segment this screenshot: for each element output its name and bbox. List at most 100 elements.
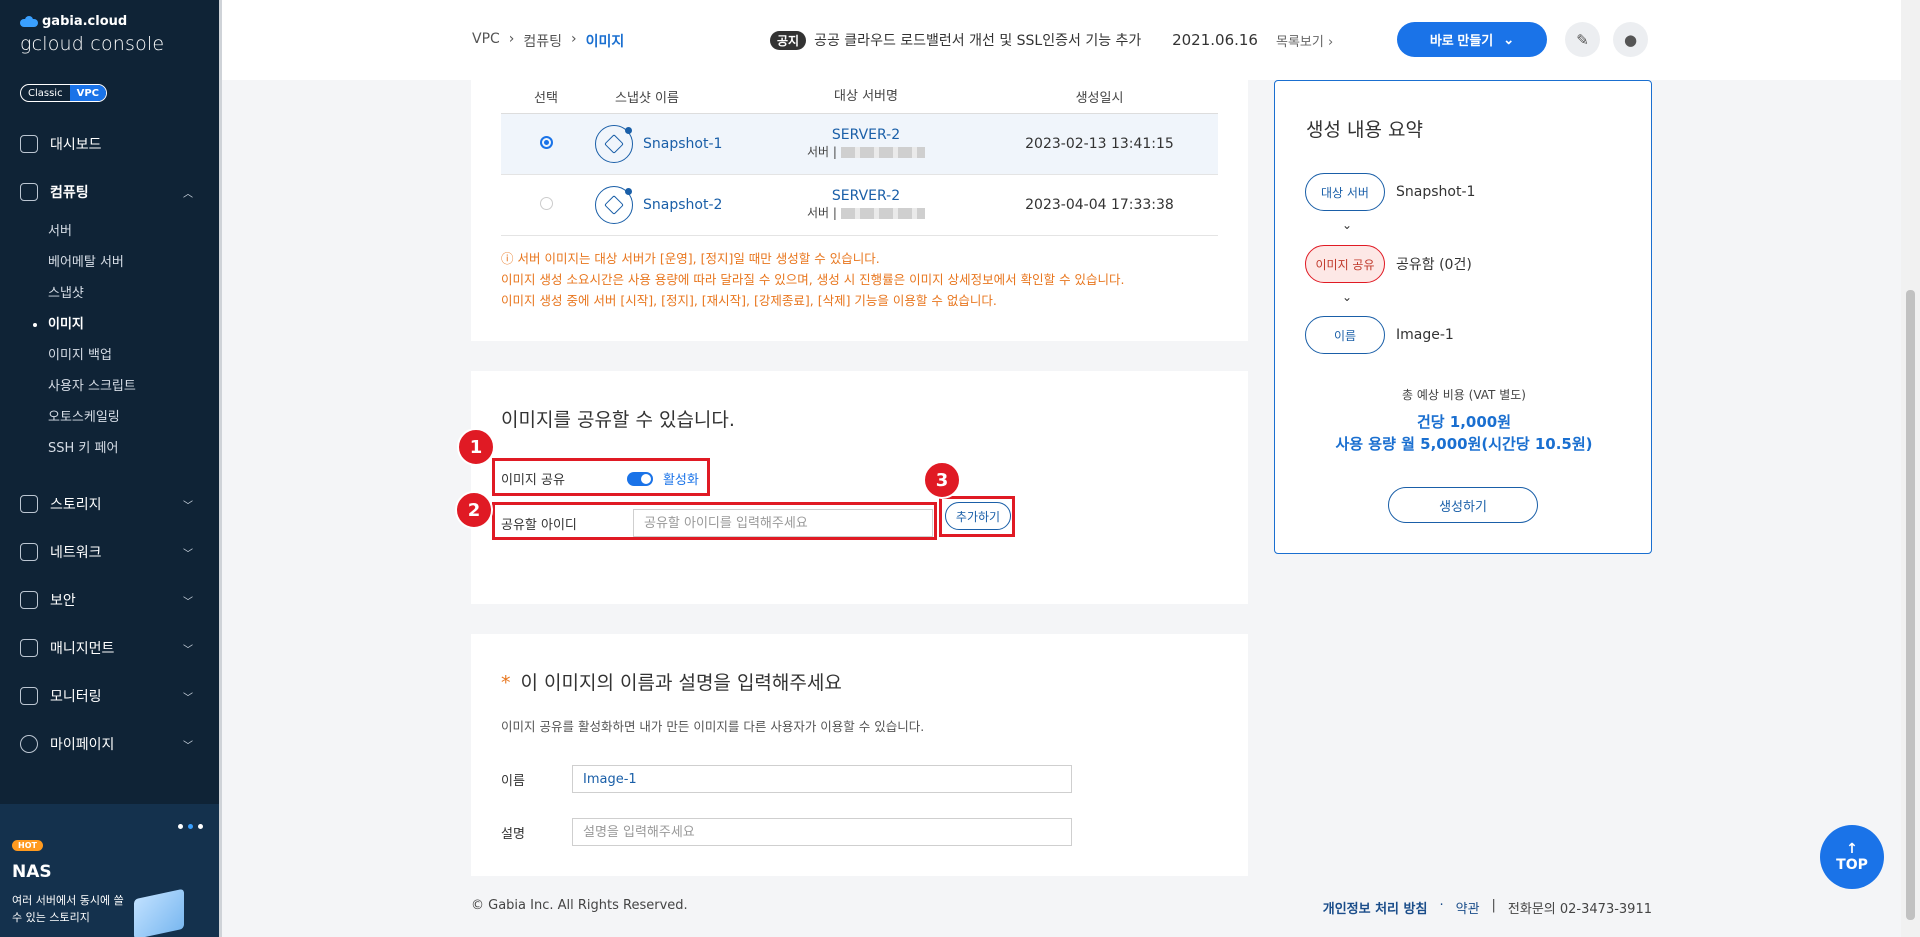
quick-create-button[interactable]: 바로 만들기 ⌄ bbox=[1397, 22, 1547, 57]
name-label: 이름 bbox=[501, 774, 525, 789]
snapshot-icon bbox=[595, 125, 633, 163]
warning-line: 이미지 생성 소요시간은 사용 용량에 따라 달라질 수 있으며, 생성 시 진… bbox=[501, 272, 1125, 287]
sidebar-item-label: 매니지먼트 bbox=[50, 641, 115, 657]
terms-link[interactable]: 약관 bbox=[1456, 898, 1480, 917]
required-star: * bbox=[501, 672, 511, 694]
quick-create-label: 바로 만들기 bbox=[1429, 33, 1494, 48]
shield-icon bbox=[20, 591, 38, 609]
scroll-top-button[interactable]: ↑ TOP bbox=[1820, 825, 1884, 889]
sidebar-sub-server[interactable]: 서버 bbox=[48, 216, 219, 247]
server-sub: 서버 | bbox=[807, 145, 837, 159]
sidebar-item-network[interactable]: 네트워크 ﹀ bbox=[0, 528, 219, 576]
footer-dot: · bbox=[1439, 898, 1444, 913]
name-section-desc: 이미지 공유를 활성화하면 내가 만든 이미지를 다른 사용자가 이용할 수 있… bbox=[501, 719, 925, 734]
mode-toggle[interactable]: Classic VPC bbox=[20, 84, 108, 102]
step-pill: 이름 bbox=[1305, 316, 1385, 354]
snapshot-icon bbox=[595, 186, 633, 224]
chat-icon[interactable]: ✎ bbox=[1565, 22, 1600, 57]
notice-bar[interactable]: 공지 공공 클라우드 로드밸런서 개선 및 SSL인증서 기능 추가 2021.… bbox=[770, 30, 1333, 50]
summary-step: 대상 서버 Snapshot-1 bbox=[1305, 173, 1475, 211]
logo[interactable]: gabia.cloud gcloud console bbox=[20, 14, 164, 55]
snapshot-table: 선택 스냅샷 이름 대상 서버명 생성일시 Snapshot-1 SERVER-… bbox=[501, 80, 1218, 236]
notice-more-link[interactable]: 목록보기 › bbox=[1276, 31, 1333, 50]
summary-title: 생성 내용 요약 bbox=[1306, 119, 1423, 141]
snapshot-name[interactable]: Snapshot-1 bbox=[643, 136, 722, 152]
cost-per-item: 건당 1,000원 bbox=[1416, 413, 1512, 431]
row-radio[interactable] bbox=[539, 196, 553, 210]
scrollbar-thumb[interactable] bbox=[1906, 290, 1915, 920]
sidebar-sub-ssh-key[interactable]: SSH 키 페어 bbox=[48, 433, 219, 464]
mode-classic[interactable]: Classic bbox=[21, 85, 70, 101]
sidebar-item-monitoring[interactable]: 모니터링 ﹀ bbox=[0, 672, 219, 720]
col-select: 선택 bbox=[534, 91, 558, 106]
promo-title: NAS bbox=[12, 862, 52, 882]
table-row[interactable]: Snapshot-1 SERVER-2 서버 | 2023-02-13 13:41… bbox=[501, 114, 1218, 175]
image-name-card: * 이 이미지의 이름과 설명을 입력해주세요 이미지 공유를 활성화하면 내가 … bbox=[471, 634, 1248, 876]
top-bar: VPC › 컴퓨팅 › 이미지 공지 공공 클라우드 로드밸런서 개선 및 SS… bbox=[222, 0, 1901, 80]
sidebar-sub-user-script[interactable]: 사용자 스크립트 bbox=[48, 371, 219, 402]
page-scrollbar[interactable] bbox=[1901, 0, 1920, 937]
summary-step: 이름 Image-1 bbox=[1305, 316, 1454, 354]
sidebar-nav: 대시보드 컴퓨팅 ︿ 서버 베어메탈 서버 스냅샷 이미지 이미지 백업 사용자… bbox=[0, 120, 219, 768]
sidebar-sub-image-backup[interactable]: 이미지 백업 bbox=[48, 340, 219, 371]
table-row[interactable]: Snapshot-2 SERVER-2 서버 | 2023-04-04 17:33… bbox=[501, 175, 1218, 236]
user-icon bbox=[20, 735, 38, 753]
promo-desc: 여러 서버에서 동시에 쓸 수 있는 스토리지 bbox=[12, 894, 124, 924]
snapshot-name[interactable]: Snapshot-2 bbox=[643, 197, 722, 213]
warning-notes: ⓘ 서버 이미지는 대상 서버가 [운영], [정지]일 때만 생성할 수 있습… bbox=[501, 248, 1125, 311]
user-icon[interactable]: ● bbox=[1613, 22, 1648, 57]
sidebar-item-security[interactable]: 보안 ﹀ bbox=[0, 576, 219, 624]
highlight-box-2 bbox=[492, 502, 937, 540]
arrow-up-icon: ↑ bbox=[1846, 841, 1858, 857]
masked-ip bbox=[840, 208, 925, 219]
col-snapshot-name: 스냅샷 이름 bbox=[615, 91, 679, 106]
phone-contact: 전화문의 02-3473-3911 bbox=[1507, 902, 1652, 917]
step-badge-2: 2 bbox=[455, 491, 493, 529]
sidebar-sub-snapshot[interactable]: 스냅샷 bbox=[48, 278, 219, 309]
computing-sub-list: 서버 베어메탈 서버 스냅샷 이미지 이미지 백업 사용자 스크립트 오토스케일… bbox=[0, 216, 219, 464]
share-title: 이미지를 공유할 수 있습니다. bbox=[501, 409, 735, 431]
chevron-down-icon: ﹀ bbox=[183, 596, 193, 608]
chevron-down-icon: ⌄ bbox=[1342, 290, 1353, 304]
sidebar-scrollbar[interactable] bbox=[219, 0, 222, 937]
summary-panel: 생성 내용 요약 대상 서버 Snapshot-1 ⌄ 이미지 공유 공유함 (… bbox=[1274, 80, 1652, 554]
breadcrumb-computing[interactable]: 컴퓨팅 bbox=[523, 31, 562, 51]
brand-big: gcloud console bbox=[20, 33, 165, 55]
chevron-down-icon: ﹀ bbox=[183, 548, 193, 560]
masked-ip bbox=[840, 147, 925, 158]
warning-line: ⓘ 서버 이미지는 대상 서버가 [운영], [정지]일 때만 생성할 수 있습… bbox=[501, 251, 880, 266]
snapshot-table-card: 선택 스냅샷 이름 대상 서버명 생성일시 Snapshot-1 SERVER-… bbox=[471, 80, 1248, 341]
image-desc-input[interactable] bbox=[572, 818, 1072, 846]
promo-banner[interactable]: HOT NAS 여러 서버에서 동시에 쓸 수 있는 스토리지 bbox=[0, 804, 219, 937]
step-badge-3: 3 bbox=[923, 461, 961, 499]
mode-vpc[interactable]: VPC bbox=[69, 85, 107, 101]
sidebar-sub-autoscaling[interactable]: 오토스케일링 bbox=[48, 402, 219, 433]
breadcrumb: VPC › 컴퓨팅 › 이미지 bbox=[472, 31, 624, 51]
sidebar: gabia.cloud gcloud console Classic VPC 대… bbox=[0, 0, 219, 937]
row-radio[interactable] bbox=[539, 135, 553, 149]
carousel-dots[interactable] bbox=[178, 824, 203, 829]
sidebar-item-label: 보안 bbox=[50, 593, 76, 609]
sidebar-item-management[interactable]: 매니지먼트 ﹀ bbox=[0, 624, 219, 672]
sidebar-item-dashboard[interactable]: 대시보드 bbox=[0, 120, 219, 168]
sidebar-item-computing[interactable]: 컴퓨팅 ︿ bbox=[0, 168, 219, 216]
storage-icon bbox=[20, 495, 38, 513]
notice-text[interactable]: 공공 클라우드 로드밸런서 개선 및 SSL인증서 기능 추가 bbox=[814, 30, 1154, 50]
create-image-button[interactable]: 생성하기 bbox=[1388, 487, 1538, 523]
sidebar-item-storage[interactable]: 스토리지 ﹀ bbox=[0, 480, 219, 528]
sidebar-sub-image[interactable]: 이미지 bbox=[33, 309, 219, 340]
image-name-input[interactable] bbox=[572, 765, 1072, 793]
breadcrumb-vpc[interactable]: VPC bbox=[472, 31, 500, 51]
chevron-down-icon: ⌄ bbox=[1342, 218, 1353, 232]
privacy-link[interactable]: 개인정보 처리 방침 bbox=[1323, 898, 1428, 917]
chevron-up-icon: ︿ bbox=[183, 188, 193, 200]
footer-links: 개인정보 처리 방침 · 약관 | 전화문의 02-3473-3911 bbox=[1323, 898, 1652, 917]
chevron-down-icon: ⌄ bbox=[1503, 31, 1515, 47]
notice-date: 2021.06.16 bbox=[1172, 31, 1258, 49]
name-section-title: * 이 이미지의 이름과 설명을 입력해주세요 bbox=[501, 668, 842, 695]
chevron-down-icon: ﹀ bbox=[183, 644, 193, 656]
sidebar-item-mypage[interactable]: 마이페이지 ﹀ bbox=[0, 720, 219, 768]
sidebar-sub-baremetal[interactable]: 베어메탈 서버 bbox=[48, 247, 219, 278]
notice-badge: 공지 bbox=[770, 30, 807, 50]
dashboard-icon bbox=[20, 135, 38, 153]
